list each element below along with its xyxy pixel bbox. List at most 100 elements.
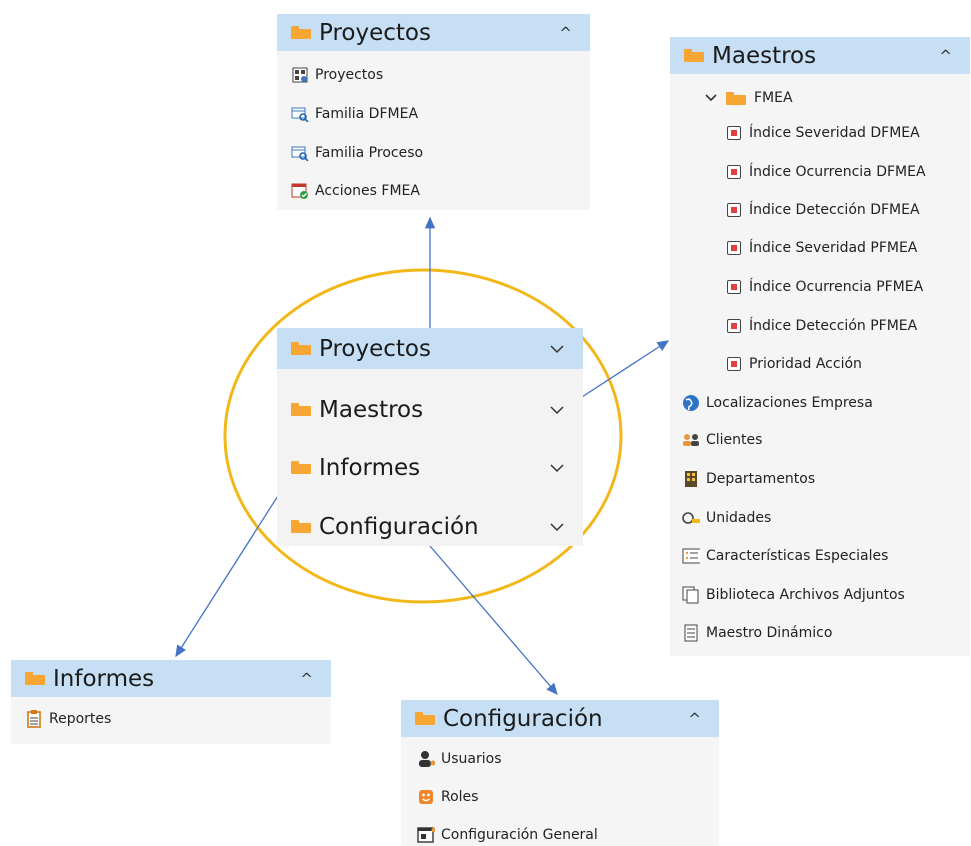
maestros-panel-header[interactable]: Maestros ^ [670, 37, 970, 74]
chevron-up-icon[interactable]: ^ [939, 47, 952, 65]
menu-item-label: Departamentos [706, 471, 816, 487]
menu-item-label: Proyectos [315, 67, 384, 83]
menu-item-biblioteca-archivos-adjuntos[interactable]: Biblioteca Archivos Adjuntos [682, 586, 905, 604]
chevron-down-icon[interactable] [549, 518, 565, 536]
index-chart-icon [725, 317, 743, 335]
menu-item-label: Características Especiales [706, 548, 889, 564]
folder-icon [726, 91, 746, 105]
menu-item-unidades[interactable]: Unidades [682, 509, 771, 527]
menu-item-label: Localizaciones Empresa [706, 395, 873, 411]
menu-item-label: Índice Detección DFMEA [749, 202, 920, 218]
menu-item-label: Índice Detección PFMEA [749, 318, 918, 334]
list-icon [682, 547, 700, 565]
index-chart-icon [725, 201, 743, 219]
menu-item-familia-proceso[interactable]: Familia Proceso [291, 144, 423, 162]
row-label: Informes [319, 454, 421, 481]
menu-item-reportes[interactable]: Reportes [25, 710, 111, 728]
building-icon [682, 470, 700, 488]
menu-item-localizaciones-empresa[interactable]: Localizaciones Empresa [682, 394, 873, 412]
menu-item-label: Índice Ocurrencia DFMEA [749, 164, 926, 180]
index-chart-icon [725, 278, 743, 296]
user-key-icon [417, 750, 435, 768]
table-search-icon [291, 144, 309, 162]
menu-item-indice-deteccion-pfmea[interactable]: Índice Detección PFMEA [725, 317, 917, 335]
informes-panel: Informes ^ Reportes [11, 660, 331, 744]
index-chart-icon [725, 124, 743, 142]
group-label: FMEA [754, 90, 793, 106]
ruler-icon [682, 509, 700, 527]
panel-title: Proyectos [319, 19, 431, 46]
menu-item-proyectos[interactable]: Proyectos [291, 66, 383, 84]
menu-item-departamentos[interactable]: Departamentos [682, 470, 815, 488]
menu-item-label: Usuarios [441, 751, 502, 767]
main-menu: Proyectos Maestros Informes Configuració… [277, 328, 583, 546]
menu-item-label: Configuración General [441, 827, 598, 843]
menu-item-label: Clientes [706, 432, 763, 448]
row-label: Maestros [319, 396, 424, 423]
menu-item-label: Índice Severidad DFMEA [749, 125, 920, 141]
menu-item-prioridad-accion[interactable]: Prioridad Acción [725, 355, 862, 373]
folder-icon [415, 712, 435, 725]
panel-title: Informes [53, 665, 155, 692]
users-icon [682, 431, 700, 449]
informes-panel-header[interactable]: Informes ^ [11, 660, 331, 697]
menu-item-label: Unidades [706, 510, 772, 526]
menu-item-configuracion-general[interactable]: Configuración General [417, 826, 598, 844]
main-menu-row-informes[interactable]: Informes [277, 438, 583, 497]
proyectos-panel-header[interactable]: Proyectos ^ [277, 14, 590, 51]
index-chart-icon [725, 239, 743, 257]
configuracion-panel-header[interactable]: Configuración ^ [401, 700, 719, 737]
grid-gear-icon [291, 66, 309, 84]
menu-item-label: Índice Severidad PFMEA [749, 240, 918, 256]
maestros-panel: Maestros ^ FMEA Índice Severidad DFMEA Í… [670, 37, 970, 656]
menu-item-label: Reportes [49, 711, 112, 727]
menu-item-indice-deteccion-dfmea[interactable]: Índice Detección DFMEA [725, 201, 920, 219]
menu-item-indice-severidad-dfmea[interactable]: Índice Severidad DFMEA [725, 124, 920, 142]
menu-item-clientes[interactable]: Clientes [682, 431, 762, 449]
main-menu-row-proyectos[interactable]: Proyectos [277, 328, 583, 369]
folder-icon [291, 461, 311, 474]
menu-item-indice-ocurrencia-pfmea[interactable]: Índice Ocurrencia PFMEA [725, 278, 923, 296]
chevron-down-icon[interactable] [549, 459, 565, 477]
menu-item-label: Índice Ocurrencia PFMEA [749, 279, 924, 295]
folder-icon [25, 672, 45, 685]
row-label: Proyectos [319, 335, 431, 362]
menu-item-label: Familia Proceso [315, 145, 424, 161]
folder-icon [291, 520, 311, 533]
menu-item-label: Familia DFMEA [315, 106, 419, 122]
menu-item-caracteristicas-especiales[interactable]: Características Especiales [682, 547, 888, 565]
panel-title: Maestros [712, 42, 817, 69]
menu-item-label: Roles [441, 789, 479, 805]
main-menu-row-maestros[interactable]: Maestros [277, 380, 583, 439]
menu-item-familia-dfmea[interactable]: Familia DFMEA [291, 105, 418, 123]
row-label: Configuración [319, 513, 479, 540]
chevron-up-icon[interactable]: ^ [559, 24, 572, 42]
menu-item-label: Biblioteca Archivos Adjuntos [706, 587, 905, 603]
chevron-up-icon[interactable]: ^ [300, 670, 313, 688]
chevron-down-icon[interactable] [549, 401, 565, 419]
mask-icon [417, 788, 435, 806]
document-icon [682, 624, 700, 642]
folder-icon [684, 49, 704, 62]
files-icon [682, 586, 700, 604]
chevron-up-icon[interactable]: ^ [688, 710, 701, 728]
arrow-to-configuracion [429, 545, 558, 695]
clipboard-icon [25, 710, 43, 728]
menu-item-roles[interactable]: Roles [417, 788, 478, 806]
globe-icon [682, 394, 700, 412]
tree-group-fmea[interactable]: FMEA [702, 89, 793, 107]
menu-item-indice-severidad-pfmea[interactable]: Índice Severidad PFMEA [725, 239, 917, 257]
menu-item-acciones-fmea[interactable]: Acciones FMEA [291, 182, 420, 200]
configuracion-panel: Configuración ^ Usuarios Roles Configura… [401, 700, 719, 846]
menu-item-usuarios[interactable]: Usuarios [417, 750, 502, 768]
calendar-check-icon [291, 182, 309, 200]
menu-item-indice-ocurrencia-dfmea[interactable]: Índice Ocurrencia DFMEA [725, 163, 926, 181]
panel-title: Configuración [443, 705, 603, 732]
settings-window-icon [417, 826, 435, 844]
main-menu-row-configuracion[interactable]: Configuración [277, 497, 583, 556]
chevron-down-icon[interactable] [549, 340, 565, 358]
menu-item-maestro-dinamico[interactable]: Maestro Dinámico [682, 624, 832, 642]
menu-item-label: Maestro Dinámico [706, 625, 833, 641]
chevron-down-icon[interactable] [702, 89, 720, 107]
proyectos-panel: Proyectos ^ Proyectos Familia DFMEA Fami… [277, 14, 590, 210]
